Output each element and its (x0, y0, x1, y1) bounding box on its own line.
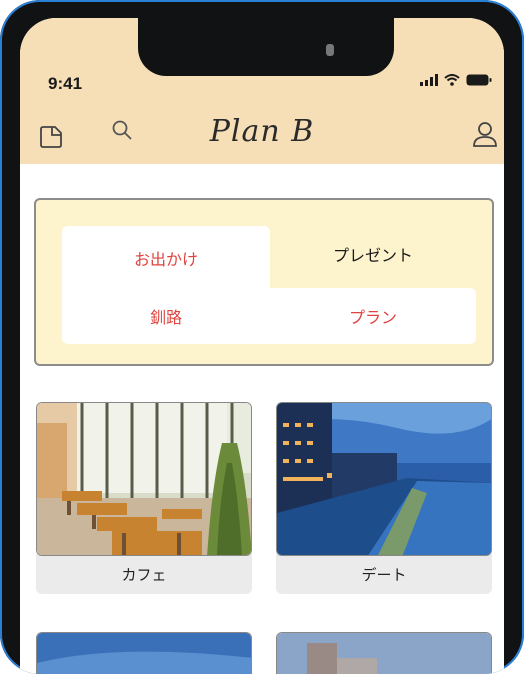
category-card[interactable] (36, 632, 252, 674)
tab-outing[interactable]: お出かけ (62, 226, 270, 290)
signal-icon (420, 74, 438, 86)
user-icon[interactable] (472, 120, 498, 152)
battery-icon (466, 74, 492, 86)
card-label: デート (276, 554, 492, 594)
camera-dot (326, 44, 334, 56)
notch (138, 18, 394, 76)
cafe-photo (36, 402, 252, 556)
category-filter-panel: お出かけ プレゼント 釧路 プラン (34, 198, 494, 366)
building-photo (276, 632, 492, 674)
category-card-date[interactable]: デート (276, 402, 492, 594)
date-photo (276, 402, 492, 556)
app-logo: Plan B (209, 114, 315, 149)
tab-present[interactable]: プレゼント (270, 226, 476, 282)
filter-options-row: 釧路 プラン (62, 288, 476, 344)
phone-frame: 9:41 Plan B お出かけ プレゼント 釧路 プラン カフェ デート (0, 0, 524, 674)
card-label: カフェ (36, 554, 252, 594)
wifi-icon (444, 74, 460, 86)
location-selector[interactable]: 釧路 (62, 288, 270, 344)
plan-button[interactable]: プラン (270, 288, 476, 344)
app-screen: 9:41 Plan B お出かけ プレゼント 釧路 プラン カフェ デート (20, 18, 504, 674)
status-time: 9:41 (48, 74, 83, 93)
sky-photo (36, 632, 252, 674)
category-card-cafe[interactable]: カフェ (36, 402, 252, 594)
category-card[interactable] (276, 632, 492, 674)
status-icons (420, 74, 492, 86)
